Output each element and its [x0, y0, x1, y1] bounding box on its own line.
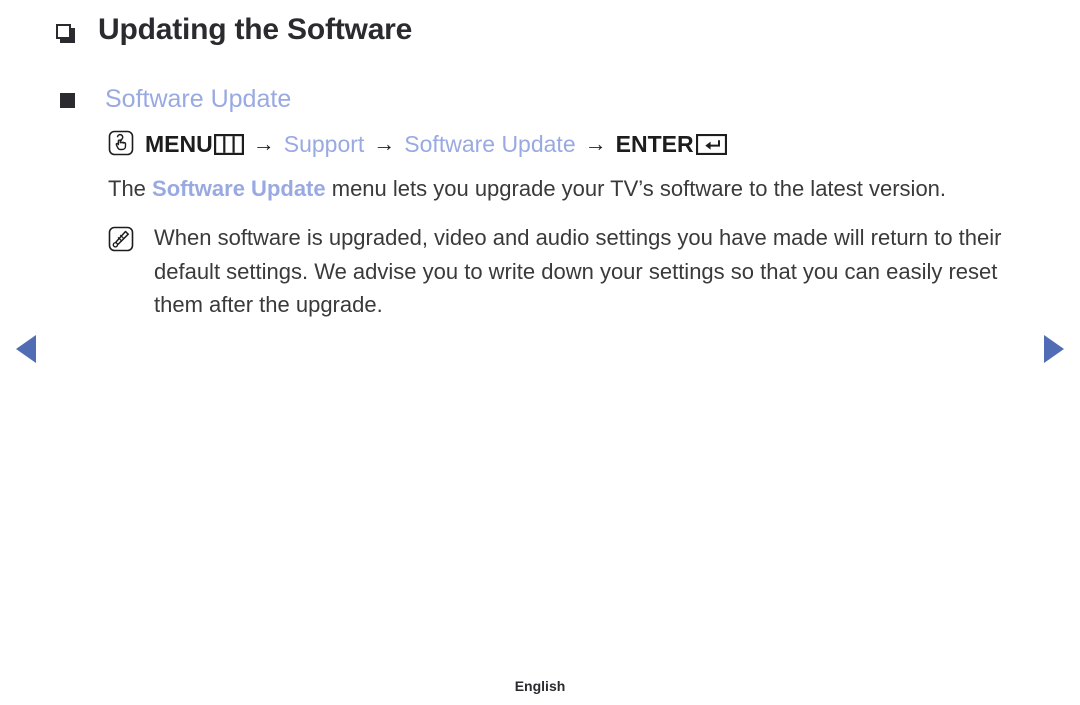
section-heading: Software Update — [105, 85, 292, 113]
next-page-arrow-icon[interactable] — [1044, 335, 1064, 363]
path-arrow-1: → — [252, 131, 275, 156]
description-post: menu lets you upgrade your TV’s software… — [325, 176, 947, 201]
content-column: MENU → Support → Software Update → ENTER — [108, 130, 1028, 322]
note-text: When software is upgraded, video and aud… — [154, 225, 1002, 318]
note-pencil-icon — [108, 227, 134, 256]
hand-pointer-icon — [108, 130, 134, 156]
section-heading-row: Software Update — [60, 84, 291, 115]
page-title-row: Updating the Software — [56, 12, 412, 48]
previous-page-arrow-icon[interactable] — [16, 335, 36, 363]
menu-label: MENU — [145, 130, 213, 157]
software-update-label: Software Update — [404, 130, 576, 157]
description-highlight: Software Update — [152, 176, 326, 201]
note-icon-wrapper — [108, 221, 134, 257]
footer-language: English — [514, 678, 566, 694]
description-pre: The — [108, 176, 153, 201]
menu-three-pane-icon — [213, 133, 244, 155]
hollow-square-shadow-icon — [56, 23, 75, 43]
page-title: Updating the Software — [98, 13, 413, 46]
path-arrow-3: → — [584, 131, 607, 156]
note-block: When software is upgraded, video and aud… — [108, 221, 1028, 321]
description-paragraph: The Software Update menu lets you upgrad… — [108, 172, 1008, 205]
support-label: Support — [283, 130, 365, 157]
filled-square-icon — [60, 93, 75, 108]
menu-path-breadcrumb: MENU → Support → Software Update → ENTER — [108, 130, 1028, 157]
enter-return-icon — [695, 133, 727, 155]
enter-label: ENTER — [615, 130, 694, 157]
page-root: Updating the Software Software Update ME… — [0, 0, 1080, 705]
path-arrow-2: → — [373, 131, 396, 156]
